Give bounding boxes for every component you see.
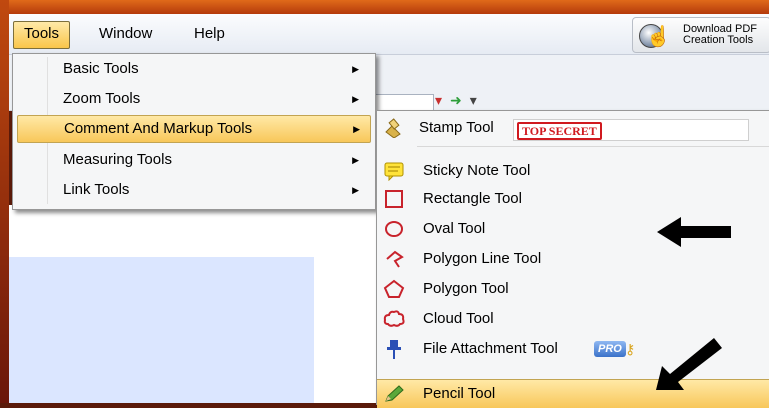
menu-item-basic-tools[interactable]: Basic Tools ▶: [17, 56, 369, 82]
menu-item-zoom-tools[interactable]: Zoom Tools ▶: [17, 86, 369, 112]
tools-menu: Basic Tools ▶ Zoom Tools ▶ Comment And M…: [12, 53, 376, 210]
polygon-icon: [383, 279, 405, 298]
submenu-item-cloud-tool[interactable]: Cloud Tool: [377, 305, 769, 333]
stamp-preview[interactable]: TOP SECRET: [513, 119, 749, 141]
submenu-arrow-icon: ▶: [352, 155, 359, 165]
menu-item-label: Comment And Markup Tools: [64, 120, 253, 137]
submenu-divider: [417, 146, 769, 147]
sticky-note-icon: [384, 162, 404, 181]
submenu-item-label: Cloud Tool: [423, 310, 494, 327]
submenu-item-label: Polygon Line Tool: [423, 250, 542, 267]
key-icon: ⚷: [625, 341, 636, 357]
top-secret-stamp: TOP SECRET: [517, 122, 602, 140]
submenu-arrow-icon: ▶: [352, 64, 359, 74]
submenu-item-polygon-line-tool[interactable]: Polygon Line Tool: [377, 245, 769, 273]
submenu-item-rectangle-tool[interactable]: Rectangle Tool: [377, 185, 769, 213]
submenu-item-label: Sticky Note Tool: [423, 162, 531, 179]
menu-tools[interactable]: Tools: [13, 21, 71, 49]
submenu-item-label: Oval Tool: [423, 220, 486, 237]
pushpin-icon: [387, 340, 401, 359]
polygon-line-icon: [386, 250, 404, 268]
submenu-item-label: Pencil Tool: [423, 385, 496, 402]
toolbar-tool-icon[interactable]: ▾: [470, 92, 485, 108]
submenu-item-label: Polygon Tool: [423, 280, 509, 297]
window-frame: [0, 0, 9, 403]
annotation-arrow-left-icon: [657, 217, 731, 247]
submenu-item-label: Rectangle Tool: [423, 190, 522, 207]
menu-item-label: Zoom Tools: [63, 90, 141, 107]
document-panel: [9, 257, 314, 403]
submenu-item-label: File Attachment Tool: [423, 340, 558, 357]
stamp-icon: [385, 118, 401, 138]
menu-item-label: Link Tools: [63, 181, 130, 198]
submenu-arrow-icon: ▶: [352, 185, 359, 195]
cloud-icon: [383, 310, 405, 327]
pencil-icon: [385, 385, 404, 402]
pro-badge: PRO: [594, 341, 626, 357]
submenu-item-stamp-tool[interactable]: Stamp Tool TOP SECRET: [377, 114, 769, 142]
submenu-item-sticky-note-tool[interactable]: Sticky Note Tool: [377, 157, 769, 185]
toolbar-pin-icon[interactable]: ▾: [435, 92, 450, 108]
toolbar-forward-icon[interactable]: ➜: [450, 92, 470, 108]
hand-cursor-icon: ☝: [646, 26, 671, 48]
oval-icon: [385, 221, 403, 237]
menu-item-measuring-tools[interactable]: Measuring Tools ▶: [17, 147, 369, 173]
menu-item-comment-markup-tools[interactable]: Comment And Markup Tools ▶: [17, 115, 371, 143]
submenu-item-polygon-tool[interactable]: Polygon Tool: [377, 275, 769, 303]
download-pdf-creation-tools-button[interactable]: ☝ Download PDF Creation Tools: [632, 17, 769, 53]
menu-window[interactable]: Window: [89, 21, 162, 47]
submenu-item-label: Stamp Tool: [419, 119, 494, 136]
menu-help[interactable]: Help: [184, 21, 235, 47]
download-line2: Creation Tools: [683, 34, 754, 46]
submenu-arrow-icon: ▶: [353, 124, 360, 134]
menu-item-link-tools[interactable]: Link Tools ▶: [17, 177, 369, 203]
menu-item-label: Basic Tools: [63, 60, 139, 77]
menu-item-label: Measuring Tools: [63, 151, 172, 168]
annotation-arrow-diagonal-icon: [656, 338, 722, 390]
toolbar-icons[interactable]: ▾➜▾: [435, 92, 485, 109]
rectangle-icon: [385, 190, 403, 208]
window-title-bar: [0, 0, 769, 14]
submenu-arrow-icon: ▶: [352, 94, 359, 104]
